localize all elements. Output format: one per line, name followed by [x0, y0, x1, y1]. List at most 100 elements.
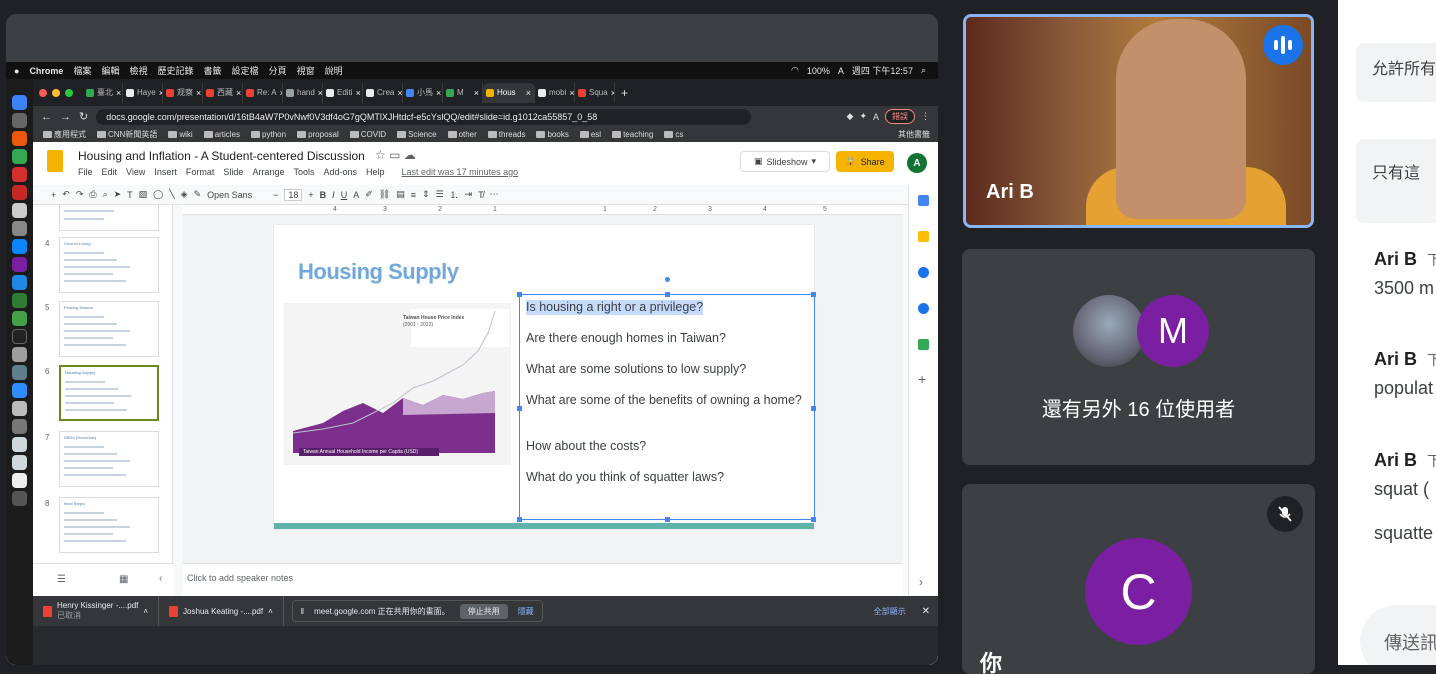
chat-input[interactable]: 傳送訊 — [1360, 605, 1436, 665]
add-addon-icon[interactable]: + — [918, 371, 926, 387]
finder-icon[interactable] — [12, 95, 27, 110]
price-chart-image[interactable]: Taiwan House Price Index (2001 - 2022) T… — [283, 303, 511, 465]
help-icon[interactable] — [12, 419, 27, 434]
clock[interactable]: 週四 下午12:57 — [852, 64, 913, 77]
slide-canvas[interactable]: Housing Supply Taiwan House Price Index — [183, 215, 903, 563]
download-item[interactable]: Joshua Keating -....pdf ˄ — [159, 596, 284, 626]
chevron-up-icon[interactable]: ˄ — [143, 607, 148, 616]
browser-tab[interactable]: Hous × — [483, 82, 535, 103]
tab-close-icon[interactable]: × — [569, 88, 574, 98]
terminal-green-icon[interactable] — [12, 293, 27, 308]
menu-tab[interactable]: 分頁 — [269, 64, 287, 77]
slides-menu-item[interactable]: Insert — [154, 167, 177, 177]
browser-tab[interactable]: mobi × — [535, 82, 575, 103]
bookmark-item[interactable]: 應用程式 — [43, 129, 86, 140]
slide-thumbnail[interactable]: Cost of Living — [59, 237, 159, 293]
podcast-icon[interactable] — [12, 257, 27, 272]
app-icon[interactable] — [12, 113, 27, 128]
document-icon[interactable] — [12, 401, 27, 416]
bookmark-item[interactable]: esl — [579, 130, 601, 139]
menu-history[interactable]: 歷史記錄 — [158, 64, 194, 77]
current-slide[interactable]: Housing Supply Taiwan House Price Index — [274, 225, 816, 529]
other-bookmarks[interactable]: 其他書籤 — [898, 129, 938, 140]
select-icon[interactable]: ➤ — [114, 189, 122, 200]
bookmark-item[interactable]: CNN新聞英語 — [97, 129, 157, 140]
puzzle-icon[interactable]: ✦ — [859, 111, 867, 122]
tab-close-icon[interactable]: × — [236, 88, 241, 98]
extension-icon[interactable]: ◆ — [847, 111, 854, 122]
contacts-icon[interactable] — [918, 303, 929, 314]
safari-icon[interactable] — [12, 239, 27, 254]
blank-doc-icon[interactable] — [12, 473, 27, 488]
doc-title[interactable]: Housing and Inflation - A Student-center… — [78, 149, 365, 163]
bookmark-item[interactable]: wiki — [168, 130, 193, 139]
tab-close-icon[interactable]: × — [356, 88, 361, 98]
list-view-icon[interactable]: ☰ — [57, 574, 66, 585]
stop-sharing-button[interactable]: 停止共用 — [459, 603, 508, 619]
hide-button[interactable]: 隱藏 — [518, 606, 534, 617]
bookmark-item[interactable]: books — [536, 130, 569, 139]
last-edit-link[interactable]: Last edit was 17 minutes ago — [402, 167, 519, 177]
file-icon-2[interactable] — [12, 455, 27, 470]
bookmark-item[interactable]: cs — [664, 130, 683, 139]
resize-handle[interactable] — [811, 406, 816, 411]
browser-tab[interactable]: M × — [443, 82, 483, 103]
speaker-notes[interactable]: Click to add speaker notes — [183, 563, 903, 596]
menu-file[interactable]: 檔案 — [73, 64, 91, 77]
participant-tile-ari[interactable]: Ari B — [963, 14, 1314, 228]
bookmark-item[interactable]: Science — [397, 130, 437, 139]
question-1[interactable]: Is housing a right or a privilege? — [526, 300, 704, 315]
expand-panel-icon[interactable]: › — [919, 575, 923, 589]
tab-close-icon[interactable]: × — [436, 88, 441, 98]
new-tab-button[interactable]: + — [621, 86, 628, 100]
trash-icon[interactable] — [12, 491, 27, 506]
clear-format-icon[interactable]: T̸ — [478, 190, 484, 200]
new-slide-icon[interactable]: + — [51, 190, 56, 200]
preview-icon[interactable] — [12, 347, 27, 362]
line-spacing-icon[interactable]: ⇕ — [422, 189, 430, 200]
tab-close-icon[interactable]: × — [397, 88, 402, 98]
slides-menu-item[interactable]: Help — [366, 167, 385, 177]
zoom-icon[interactable] — [12, 383, 27, 398]
align-icon[interactable]: ≡ — [411, 190, 416, 200]
file-icon[interactable] — [12, 437, 27, 452]
question-5[interactable]: How about the costs? — [526, 439, 811, 454]
calendar-icon[interactable] — [918, 195, 929, 206]
bookmark-item[interactable]: other — [447, 130, 477, 139]
share-button[interactable]: 🔒 Share — [836, 151, 894, 172]
questions-textbox[interactable]: Is housing a right or a privilege? Are t… — [517, 277, 816, 522]
browser-tab[interactable]: Haye× — [123, 82, 163, 103]
reload-icon[interactable]: ↻ — [79, 110, 88, 123]
question-6[interactable]: What do you think of squatter laws? — [526, 470, 811, 485]
tasks-icon[interactable] — [918, 267, 929, 278]
browser-tab[interactable]: hand × — [283, 82, 323, 103]
close-icon[interactable]: ✕ — [922, 606, 938, 617]
slides-menu-item[interactable]: Format — [186, 167, 215, 177]
slides-menu-item[interactable]: File — [78, 167, 93, 177]
slide-thumbnail[interactable]: Finding Homes — [59, 301, 159, 357]
menu-edit[interactable]: 編輯 — [101, 64, 119, 77]
tab-close-icon[interactable]: × — [116, 88, 121, 98]
input-source[interactable]: A — [838, 66, 844, 76]
rotate-handle[interactable] — [665, 277, 670, 282]
menu-help[interactable]: 說明 — [325, 64, 343, 77]
resize-handle[interactable] — [811, 517, 816, 522]
slides-menu-item[interactable]: Slide — [223, 167, 243, 177]
numbered-list-icon[interactable]: ⒈ — [450, 188, 459, 201]
battery-level[interactable]: 100% — [807, 66, 830, 76]
others-tile[interactable]: M 還有另外 16 位使用者 — [962, 249, 1315, 465]
zoom-icon[interactable]: ⌕ — [103, 189, 108, 200]
browser-tab[interactable]: Re: A× — [243, 82, 283, 103]
browser-tab[interactable]: 小馬 × — [403, 82, 443, 103]
textbox-icon[interactable]: T — [127, 190, 133, 200]
slideshow-button[interactable]: ▣ Slideshow ▾ — [740, 151, 830, 172]
browser-tab[interactable]: Crea × — [363, 82, 403, 103]
slides-menu-item[interactable]: View — [126, 167, 145, 177]
acrobat-icon[interactable] — [12, 167, 27, 182]
zotero-icon[interactable] — [12, 185, 27, 200]
chrome-icon[interactable] — [12, 149, 27, 164]
close-window-button[interactable] — [39, 88, 47, 97]
terminal-icon[interactable] — [12, 329, 27, 344]
browser-tab[interactable]: Squa× — [575, 82, 615, 103]
address-bar[interactable]: docs.google.com/presentation/d/16tB4aW7P… — [96, 108, 752, 125]
